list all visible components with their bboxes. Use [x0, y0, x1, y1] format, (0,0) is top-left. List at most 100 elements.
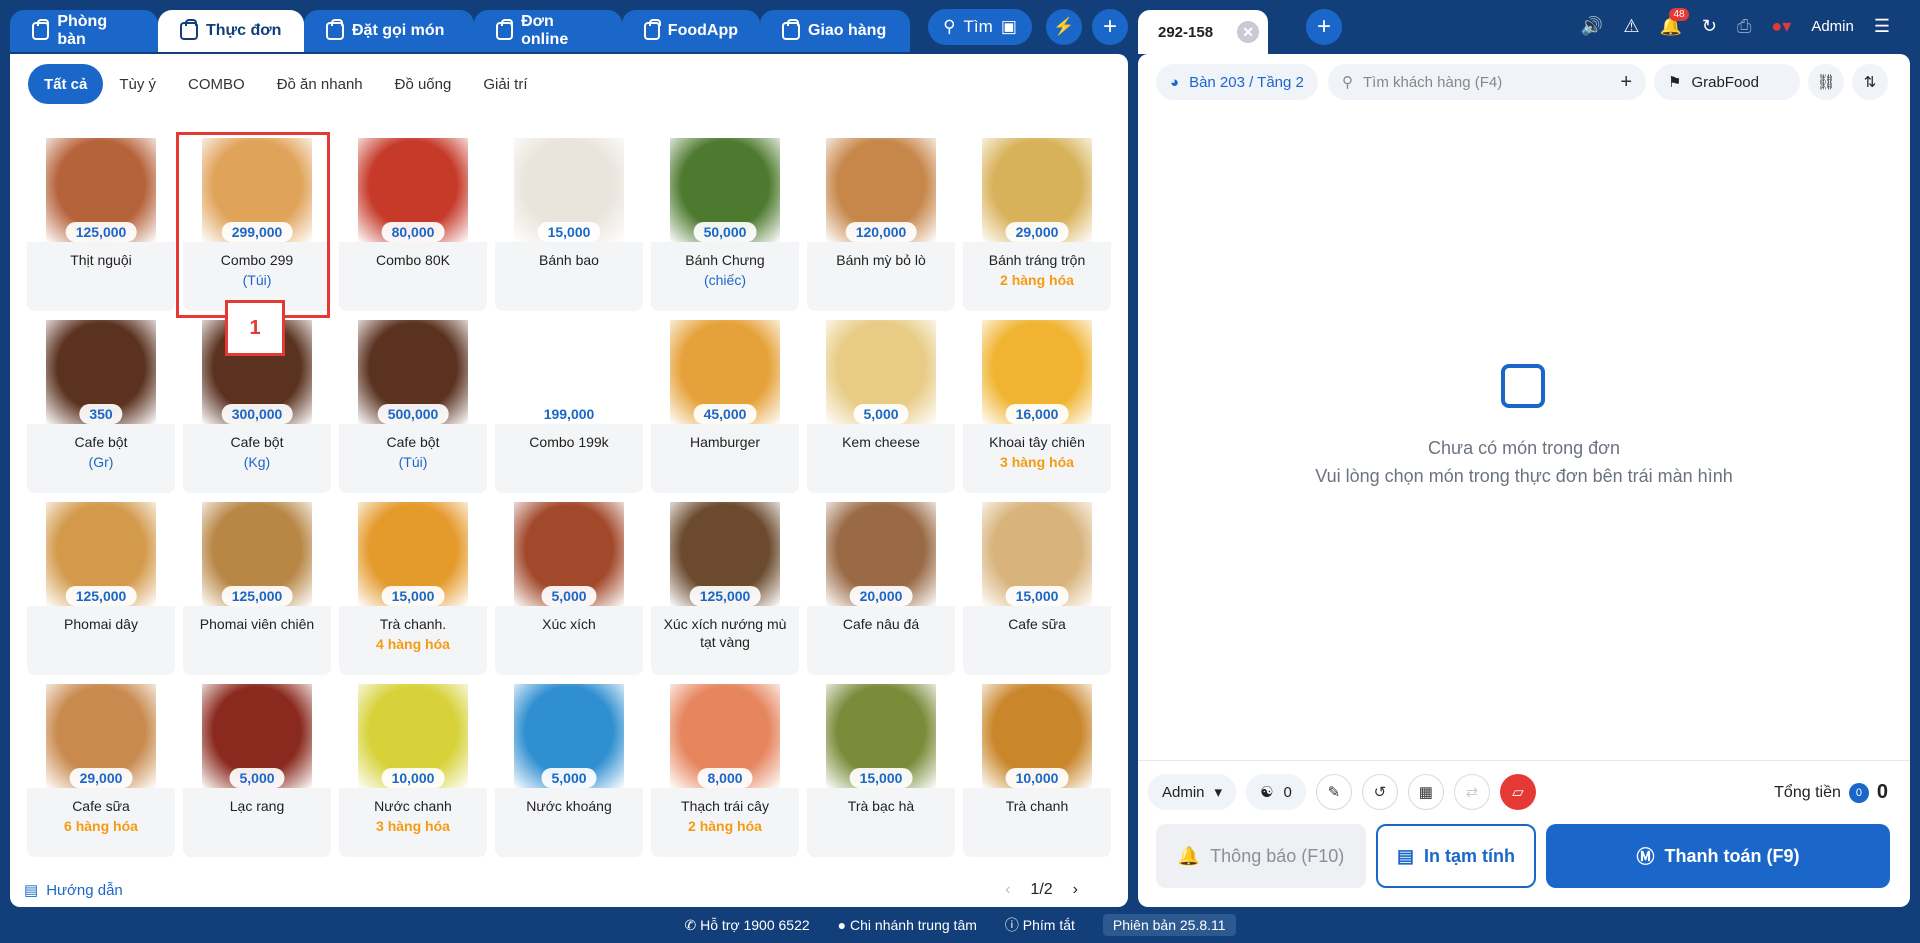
add-order-button[interactable]: + — [1306, 9, 1342, 45]
menu-item[interactable]: 15,000 Bánh bao — [495, 138, 643, 311]
menu-item[interactable]: 5,000 Lạc rang — [183, 684, 331, 857]
plus-icon: + — [1316, 13, 1331, 40]
quick-action-button[interactable]: ⚡ — [1046, 9, 1082, 45]
tab-giao-hang[interactable]: Giao hàng — [760, 10, 910, 52]
category-do-an-nhanh[interactable]: Đồ ăn nhanh — [261, 64, 379, 104]
menu-item[interactable]: 199,000 Combo 199k — [495, 320, 643, 493]
support-link[interactable]: ✆ Hỗ trợ 1900 6522 — [684, 917, 809, 934]
bag-icon — [496, 19, 514, 40]
menu-item[interactable]: 50,000 Bánh Chưng (chiếc) — [651, 138, 799, 311]
menu-item[interactable]: 29,000 Bánh tráng trộn 2 hàng hóa — [963, 138, 1111, 311]
edit-button[interactable]: ✎ — [1315, 774, 1352, 810]
item-price: 300,000 — [221, 404, 293, 424]
branch-link[interactable]: ● Chi nhánh trung tâm — [838, 917, 977, 933]
menu-item[interactable]: 16,000 Khoai tây chiên 3 hàng hóa — [963, 320, 1111, 493]
staff-selector[interactable]: Admin ▾ — [1148, 774, 1237, 810]
item-price: 299,000 — [221, 222, 293, 242]
tab-don-online[interactable]: Đơn online — [474, 10, 622, 52]
scan-icon: ▣ — [1000, 17, 1017, 36]
item-price: 500,000 — [377, 404, 449, 424]
menu-item[interactable]: 5,000 Nước khoáng — [495, 684, 643, 857]
pencil-icon: ✎ — [1327, 784, 1341, 801]
search-button[interactable]: ⚲ Tìm ▣ — [928, 9, 1032, 45]
user-name[interactable]: Admin — [1811, 18, 1854, 35]
menu-item[interactable]: 8,000 Thạch trái cây 2 hàng hóa — [651, 684, 799, 857]
prev-page-icon[interactable]: ‹ — [1005, 881, 1010, 899]
customer-search-input[interactable]: ⚲ Tìm khách hàng (F4) + — [1328, 64, 1646, 100]
menu-item[interactable]: 80,000 Combo 80K — [339, 138, 487, 311]
category-tuy-y[interactable]: Tùy ý — [103, 64, 172, 104]
item-name: Xúc xích — [542, 616, 596, 632]
order-tab[interactable]: 292-158 ✕ — [1138, 10, 1268, 54]
category-giai-tri[interactable]: Giải trí — [467, 64, 543, 104]
divider — [1138, 760, 1910, 761]
language-flag-icon[interactable]: ●▾ — [1771, 16, 1791, 37]
add-customer-icon[interactable]: + — [1620, 71, 1632, 94]
menu-item[interactable]: 15,000 Cafe sữa — [963, 502, 1111, 675]
menu-item[interactable]: 15,000 Trà chanh. 4 hàng hóa — [339, 502, 487, 675]
menu-item[interactable]: 29,000 Cafe sữa 6 hàng hóa — [27, 684, 175, 857]
item-price: 15,000 — [381, 586, 445, 606]
menu-item[interactable]: 125,000 Phomai dây — [27, 502, 175, 675]
pagination: ‹ 1/2 › — [1005, 881, 1078, 899]
tab-thuc-don[interactable]: Thực đơn — [158, 10, 304, 52]
chevron-down-icon: ▾ — [1214, 784, 1223, 801]
item-price: 125,000 — [65, 586, 137, 606]
refresh-icon[interactable]: ↻ — [1702, 16, 1717, 37]
item-name: Trà chanh — [1005, 798, 1069, 814]
item-name: Cafe bột — [386, 434, 440, 450]
menu-item[interactable]: 500,000 Cafe bột (Túi) — [339, 320, 487, 493]
menu-item[interactable]: 45,000 Hamburger — [651, 320, 799, 493]
tab-dat-goi-mon[interactable]: Đặt gọi món — [304, 10, 474, 52]
calendar-icon: ▦ — [1418, 784, 1433, 801]
add-tab-button[interactable]: + — [1092, 9, 1128, 45]
print-bill-button[interactable]: ▤ In tạm tính — [1376, 824, 1536, 888]
menu-item[interactable]: 125,000 Xúc xích nướng mù tạt vàng — [651, 502, 799, 675]
split-button[interactable]: ⇄ — [1453, 774, 1490, 810]
menu-item[interactable]: 10,000 Nước chanh 3 hàng hóa — [339, 684, 487, 857]
table-selector[interactable]: ◕ Bàn 203 / Tầng 2 — [1156, 64, 1318, 100]
search-icon: ⚲ — [1342, 74, 1353, 91]
printer-icon[interactable]: ⎙ — [1737, 16, 1751, 37]
guide-link[interactable]: ▤ Hướng dẫn — [24, 881, 123, 900]
guest-count[interactable]: ☯ 0 — [1246, 774, 1306, 810]
menu-item[interactable]: 350 Cafe bột (Gr) — [27, 320, 175, 493]
history-button[interactable]: ↺ — [1361, 774, 1398, 810]
notify-button[interactable]: 🔔 Thông báo (F10) — [1156, 824, 1366, 888]
category-combo[interactable]: COMBO — [172, 64, 261, 104]
item-name: Xúc xích nướng mù tạt vàng — [663, 616, 787, 650]
hamburger-menu-icon[interactable]: ☰ — [1874, 16, 1890, 37]
menu-item[interactable]: 299,000 Combo 299 (Túi) — [183, 138, 331, 311]
dollar-icon: Ⓜ — [1636, 847, 1655, 867]
next-page-icon[interactable]: › — [1073, 881, 1078, 899]
menu-item[interactable]: 20,000 Cafe nâu đá — [807, 502, 955, 675]
tab-phong-ban[interactable]: Phòng bàn — [10, 10, 158, 52]
tab-foodapp[interactable]: FoodApp — [622, 10, 760, 52]
menu-item[interactable]: 125,000 Phomai viên chiên — [183, 502, 331, 675]
category-tat-ca[interactable]: Tất cả — [28, 64, 104, 104]
bell-icon[interactable]: 🔔 48 — [1659, 8, 1689, 37]
guest-icon: ☯ — [1260, 784, 1274, 801]
alert-icon[interactable]: ⚠ — [1623, 16, 1639, 37]
category-do-uong[interactable]: Đồ uống — [379, 64, 468, 104]
basket-button[interactable]: ⛓ — [1808, 64, 1844, 100]
menu-item[interactable]: 15,000 Trà bạc hà — [807, 684, 955, 857]
pay-button[interactable]: Ⓜ Thanh toán (F9) — [1546, 824, 1890, 888]
menu-item[interactable]: 5,000 Xúc xích — [495, 502, 643, 675]
channel-selector[interactable]: ⚑ GrabFood — [1654, 64, 1800, 100]
calendar-button[interactable]: ▦ — [1407, 774, 1444, 810]
close-icon[interactable]: ✕ — [1237, 21, 1260, 43]
item-name: Khoai tây chiên — [989, 434, 1085, 450]
sort-button[interactable]: ⇅ — [1852, 64, 1888, 100]
volume-icon[interactable]: 🔊 — [1581, 16, 1603, 37]
menu-item[interactable]: 120,000 Bánh mỳ bỏ lò — [807, 138, 955, 311]
menu-panel: Tất cả Tùy ý COMBO Đồ ăn nhanh Đồ uống G… — [10, 54, 1128, 907]
menu-item[interactable]: 5,000 Kem cheese — [807, 320, 955, 493]
item-sub: 6 hàng hóa — [64, 818, 138, 834]
item-name: Kem cheese — [842, 434, 920, 450]
total-label: Tổng tiền — [1774, 783, 1841, 801]
shortcuts-link[interactable]: ⓘ Phím tắt — [1005, 915, 1075, 935]
menu-item[interactable]: 125,000 Thịt nguội — [27, 138, 175, 311]
gift-button[interactable]: ▱ — [1499, 774, 1536, 810]
menu-item[interactable]: 10,000 Trà chanh — [963, 684, 1111, 857]
